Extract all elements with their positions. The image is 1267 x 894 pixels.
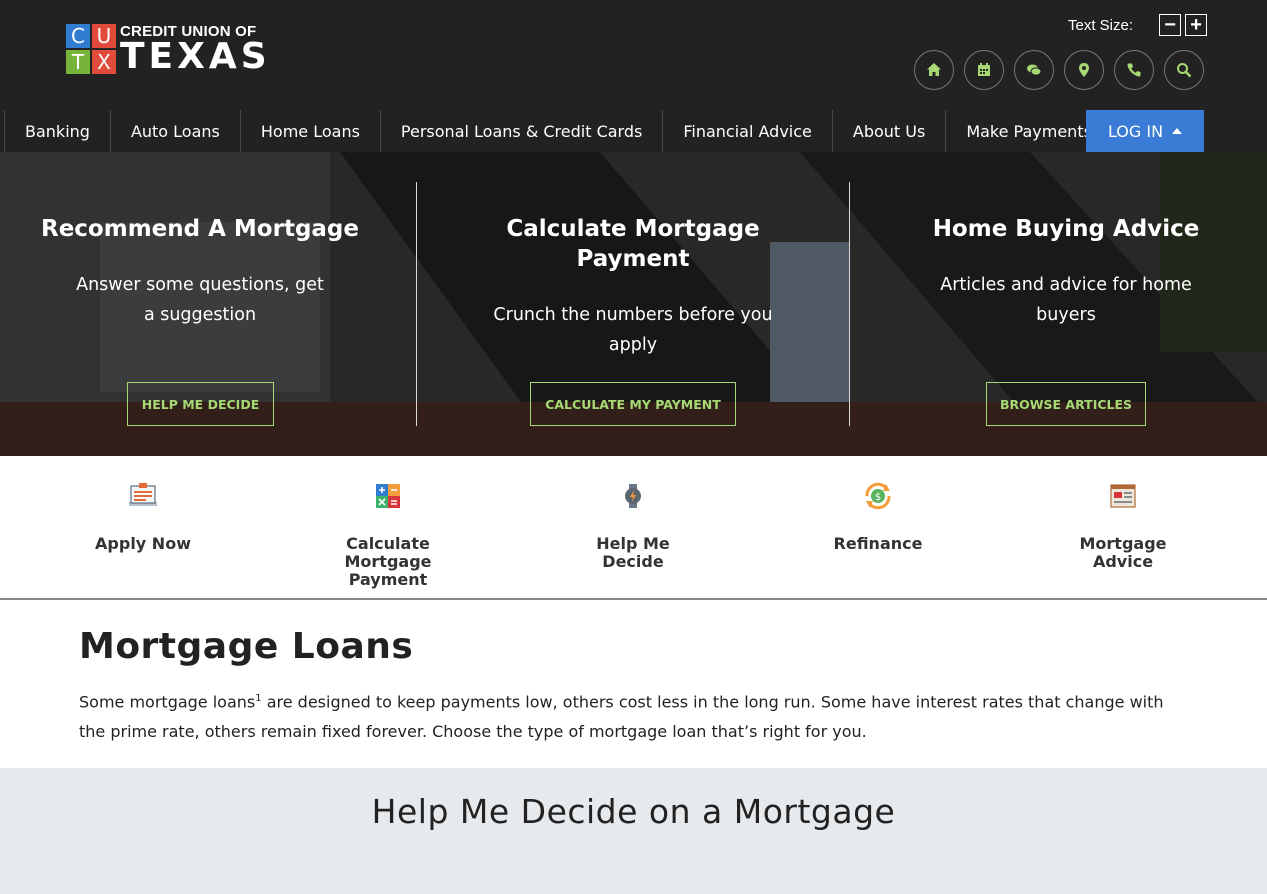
nav-item-personal-loans[interactable]: Personal Loans & Credit Cards bbox=[379, 110, 662, 152]
help-me-decide-button[interactable]: HELP ME DECIDE bbox=[127, 382, 274, 426]
text-size-label: Text Size: bbox=[1068, 16, 1134, 34]
nav-item-auto-loans[interactable]: Auto Loans bbox=[109, 110, 240, 152]
calculate-my-payment-button[interactable]: CALCULATE MY PAYMENT bbox=[530, 382, 736, 426]
chat-icon bbox=[1027, 64, 1042, 76]
logo-cell-c: C bbox=[66, 24, 90, 48]
nav-item-financial-advice[interactable]: Financial Advice bbox=[662, 110, 832, 152]
quick-link-apply-now[interactable]: Apply Now bbox=[73, 480, 213, 553]
hero-title-advice: Home Buying Advice bbox=[932, 216, 1200, 242]
intro-paragraph: Some mortgage loans1 are designed to kee… bbox=[79, 684, 1179, 747]
text-size-decrease-button[interactable]: − bbox=[1159, 14, 1182, 36]
login-button[interactable]: LOG IN bbox=[1086, 110, 1204, 152]
hero-banner: Recommend A Mortgage Answer some questio… bbox=[0, 152, 1267, 456]
utility-icons bbox=[914, 50, 1214, 90]
hero-divider bbox=[416, 182, 417, 426]
svg-text:$: $ bbox=[875, 492, 881, 503]
quick-link-refinance[interactable]: $ Refinance bbox=[808, 480, 948, 553]
home-button[interactable] bbox=[914, 50, 954, 90]
minus-icon: − bbox=[1164, 14, 1176, 36]
nav-item-home-loans[interactable]: Home Loans bbox=[239, 110, 380, 152]
calendar-icon bbox=[978, 63, 990, 76]
logo-cell-x: X bbox=[92, 50, 116, 74]
hero-text-calculate: Crunch the numbers before you apply bbox=[493, 305, 773, 355]
quick-links-bar: Apply Now Calculate Mortgage Payment Hel… bbox=[0, 456, 1267, 600]
browse-articles-button[interactable]: BROWSE ARTICLES bbox=[986, 382, 1146, 426]
plus-icon: + bbox=[1190, 14, 1202, 36]
home-icon bbox=[927, 63, 941, 76]
chat-button[interactable] bbox=[1014, 50, 1054, 90]
text-size-increase-button[interactable]: + bbox=[1185, 14, 1208, 36]
quick-link-calculate[interactable]: Calculate Mortgage Payment bbox=[318, 480, 458, 589]
text-size-control: Text Size: − + bbox=[1068, 14, 1208, 36]
hero-title-calculate: Calculate Mortgage Payment bbox=[506, 216, 760, 272]
decision-icon bbox=[625, 484, 641, 508]
help-section: Help Me Decide on a Mortgage bbox=[0, 768, 1267, 894]
intro-text-start: Some mortgage loans bbox=[79, 692, 256, 712]
caret-up-icon bbox=[1172, 128, 1183, 134]
help-section-title: Help Me Decide on a Mortgage bbox=[371, 792, 896, 831]
page-title: Mortgage Loans bbox=[79, 626, 414, 667]
quick-link-help-me-decide[interactable]: Help Me Decide bbox=[563, 480, 703, 571]
quick-link-label: Calculate Mortgage Payment bbox=[344, 534, 432, 589]
credit-union-logo[interactable]: C U T X CREDIT UNION OF TEXAS bbox=[66, 24, 267, 76]
phone-button[interactable] bbox=[1114, 50, 1154, 90]
hero-text-recommend: Answer some questions, get a suggestion bbox=[76, 275, 324, 325]
location-icon bbox=[1079, 63, 1089, 77]
hero-title-recommend: Recommend A Mortgage bbox=[40, 216, 359, 242]
quick-link-label: Help Me Decide bbox=[596, 534, 670, 571]
hero-text-advice: Articles and advice for home buyers bbox=[940, 275, 1192, 325]
nav-item-about-us[interactable]: About Us bbox=[831, 110, 945, 152]
logo-wordmark: CREDIT UNION OF TEXAS bbox=[120, 24, 271, 77]
nav-item-banking[interactable]: Banking bbox=[4, 110, 110, 152]
quick-link-label: Refinance bbox=[833, 534, 923, 553]
search-button[interactable] bbox=[1164, 50, 1204, 90]
logo-mark: C U T X bbox=[66, 24, 116, 74]
refinance-icon: $ bbox=[865, 482, 891, 510]
logo-line-2: TEXAS bbox=[120, 36, 271, 77]
logo-cell-u: U bbox=[92, 24, 116, 48]
quick-link-label: Apply Now bbox=[95, 534, 191, 553]
quick-link-mortgage-advice[interactable]: Mortgage Advice bbox=[1053, 480, 1193, 571]
calculator-icon bbox=[376, 484, 400, 508]
calendar-button[interactable] bbox=[964, 50, 1004, 90]
application-icon bbox=[129, 483, 157, 506]
phone-icon bbox=[1127, 63, 1141, 77]
logo-cell-t: T bbox=[66, 50, 90, 74]
search-icon bbox=[1177, 63, 1192, 78]
hero-divider bbox=[849, 182, 850, 426]
main-nav: Banking Auto Loans Home Loans Personal L… bbox=[0, 110, 1112, 152]
location-button[interactable] bbox=[1064, 50, 1104, 90]
login-label: LOG IN bbox=[1107, 121, 1164, 141]
quick-link-label: Mortgage Advice bbox=[1079, 534, 1167, 571]
advice-icon bbox=[1110, 484, 1136, 508]
